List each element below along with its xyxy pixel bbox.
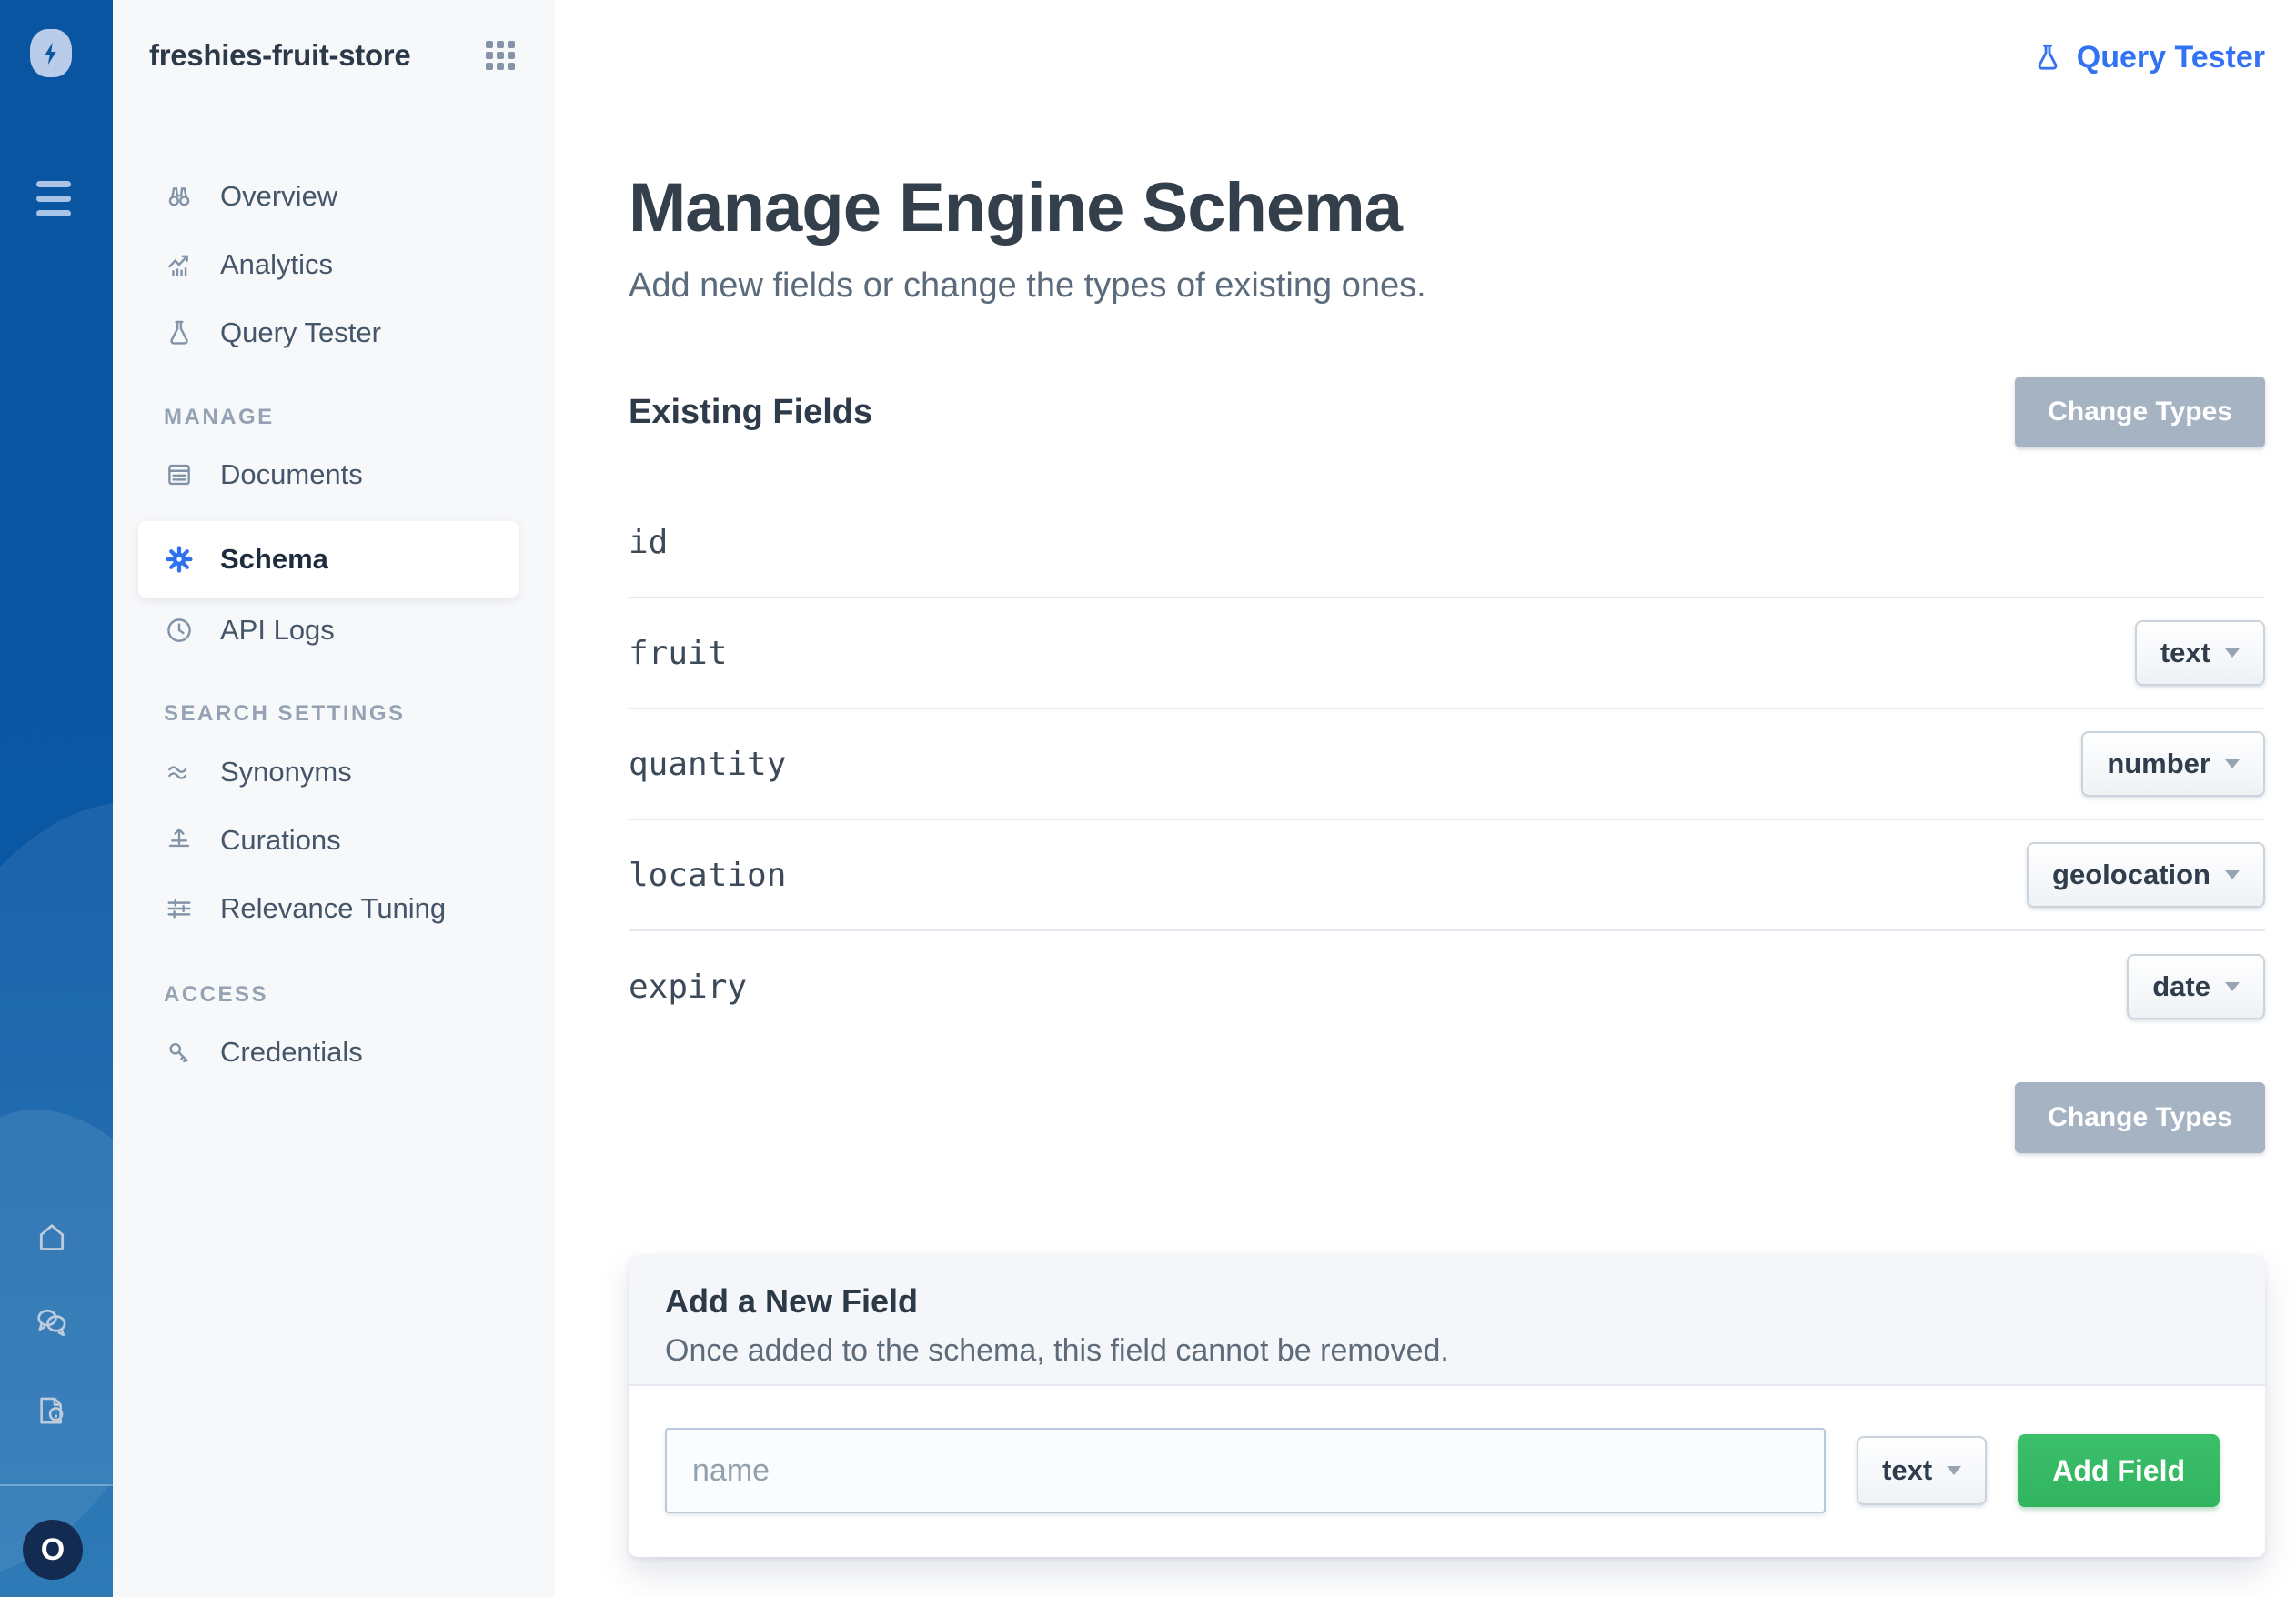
chevron-down-icon [2225,982,2240,991]
sidebar-item-label: Synonyms [220,756,352,788]
change-types-button-bottom[interactable]: Change Types [2015,1082,2265,1153]
add-field-title: Add a New Field [665,1268,2229,1321]
document-info-icon[interactable] [33,1391,71,1430]
rail-divider [0,1484,113,1486]
sidebar-item-credentials[interactable]: Credentials [113,1030,555,1074]
new-field-type-value: text [1882,1454,1932,1487]
gear-icon [164,544,195,575]
field-row-location: location geolocation [629,820,2265,931]
field-name: fruit [629,635,727,672]
section-title-search-settings: SEARCH SETTINGS [113,702,555,726]
field-name: location [629,857,786,894]
field-type-select-fruit[interactable]: text [2135,620,2265,686]
user-avatar[interactable]: O [23,1520,83,1580]
field-type-value: text [2160,637,2210,669]
lightning-logo-icon[interactable] [30,29,72,77]
fields-footer: Change Types [629,1082,2265,1153]
add-field-card-header: Add a New Field Once added to the schema… [629,1255,2265,1386]
field-type-value: date [2152,970,2210,1003]
fields-list: id fruit text quantity number location [629,487,2265,1042]
change-types-button-top[interactable]: Change Types [2015,377,2265,447]
existing-fields-header: Existing Fields Change Types [629,377,2265,447]
engine-name: freshies-fruit-store [149,38,410,73]
sidebar-item-label: Credentials [220,1036,363,1069]
section-title-manage: MANAGE [113,406,555,429]
page-title: Manage Engine Schema [629,166,2265,251]
sidebar-item-label: Curations [220,824,341,857]
add-field-form: text Add Field [629,1386,2265,1557]
sidebar-item-label: Schema [220,543,328,576]
chevron-down-icon [2225,759,2240,768]
sidebar-item-label: Relevance Tuning [220,892,446,925]
sidebar-item-label: Overview [220,180,337,213]
field-name: expiry [629,969,747,1006]
sidebar-item-api-logs[interactable]: API Logs [113,608,555,652]
sidebar-nav: Overview Analytics Query Tester MANAGE D… [113,175,555,1074]
sidebar-item-overview[interactable]: Overview [113,175,555,218]
chevron-down-icon [2225,648,2240,658]
add-field-button[interactable]: Add Field [2018,1434,2220,1507]
field-name: quantity [629,746,786,783]
app-rail: O [0,0,113,1597]
field-type-select-expiry[interactable]: date [2127,954,2265,1019]
sidebar-item-label: Documents [220,458,363,491]
field-row-expiry: expiry date [629,931,2265,1042]
flask-icon [2031,41,2064,74]
chat-bubbles-icon[interactable] [32,1303,72,1343]
query-tester-label: Query Tester [2077,40,2265,75]
existing-fields-heading: Existing Fields [629,393,872,432]
sidebar-item-documents[interactable]: Documents [113,453,555,497]
field-row-id: id [629,487,2265,598]
field-type-value: geolocation [2052,859,2210,891]
home-icon[interactable] [34,1219,70,1255]
topbar: Query Tester [629,0,2265,80]
page-subtitle: Add new fields or change the types of ex… [629,266,2265,306]
engine-header: freshies-fruit-store [113,0,555,73]
sidebar-item-label: Analytics [220,248,333,281]
sidebar-item-curations[interactable]: Curations [113,819,555,862]
apps-grid-icon[interactable] [486,41,515,70]
section-title-access: ACCESS [113,983,555,1007]
app-window: O freshies-fruit-store Overview Analytic… [0,0,2296,1597]
chevron-down-icon [2225,870,2240,879]
chevron-down-icon [1947,1466,1961,1475]
main-content: Query Tester Manage Engine Schema Add ne… [555,0,2296,1597]
field-row-fruit: fruit text [629,598,2265,709]
field-type-value: number [2107,748,2210,780]
sidebar-item-label: API Logs [220,614,335,647]
sidebar-item-query-tester[interactable]: Query Tester [113,311,555,355]
sidebar-item-synonyms[interactable]: Synonyms [113,750,555,794]
field-type-select-quantity[interactable]: number [2081,731,2265,797]
add-field-description: Once added to the schema, this field can… [665,1331,2229,1370]
field-type-select-location[interactable]: geolocation [2027,842,2265,908]
field-name: id [629,524,668,561]
sidebar-item-schema[interactable]: Schema [138,521,519,598]
new-field-name-input[interactable] [665,1428,1826,1513]
query-tester-link[interactable]: Query Tester [2031,40,2265,75]
new-field-type-select[interactable]: text [1857,1436,1987,1505]
sidebar-item-label: Query Tester [220,316,381,349]
sidebar-item-relevance-tuning[interactable]: Relevance Tuning [113,887,555,930]
add-field-card: Add a New Field Once added to the schema… [629,1255,2265,1557]
sidebar-item-analytics[interactable]: Analytics [113,243,555,286]
field-row-quantity: quantity number [629,709,2265,820]
sidebar: freshies-fruit-store Overview Analytics [113,0,555,1597]
hamburger-menu-icon[interactable] [36,181,71,225]
